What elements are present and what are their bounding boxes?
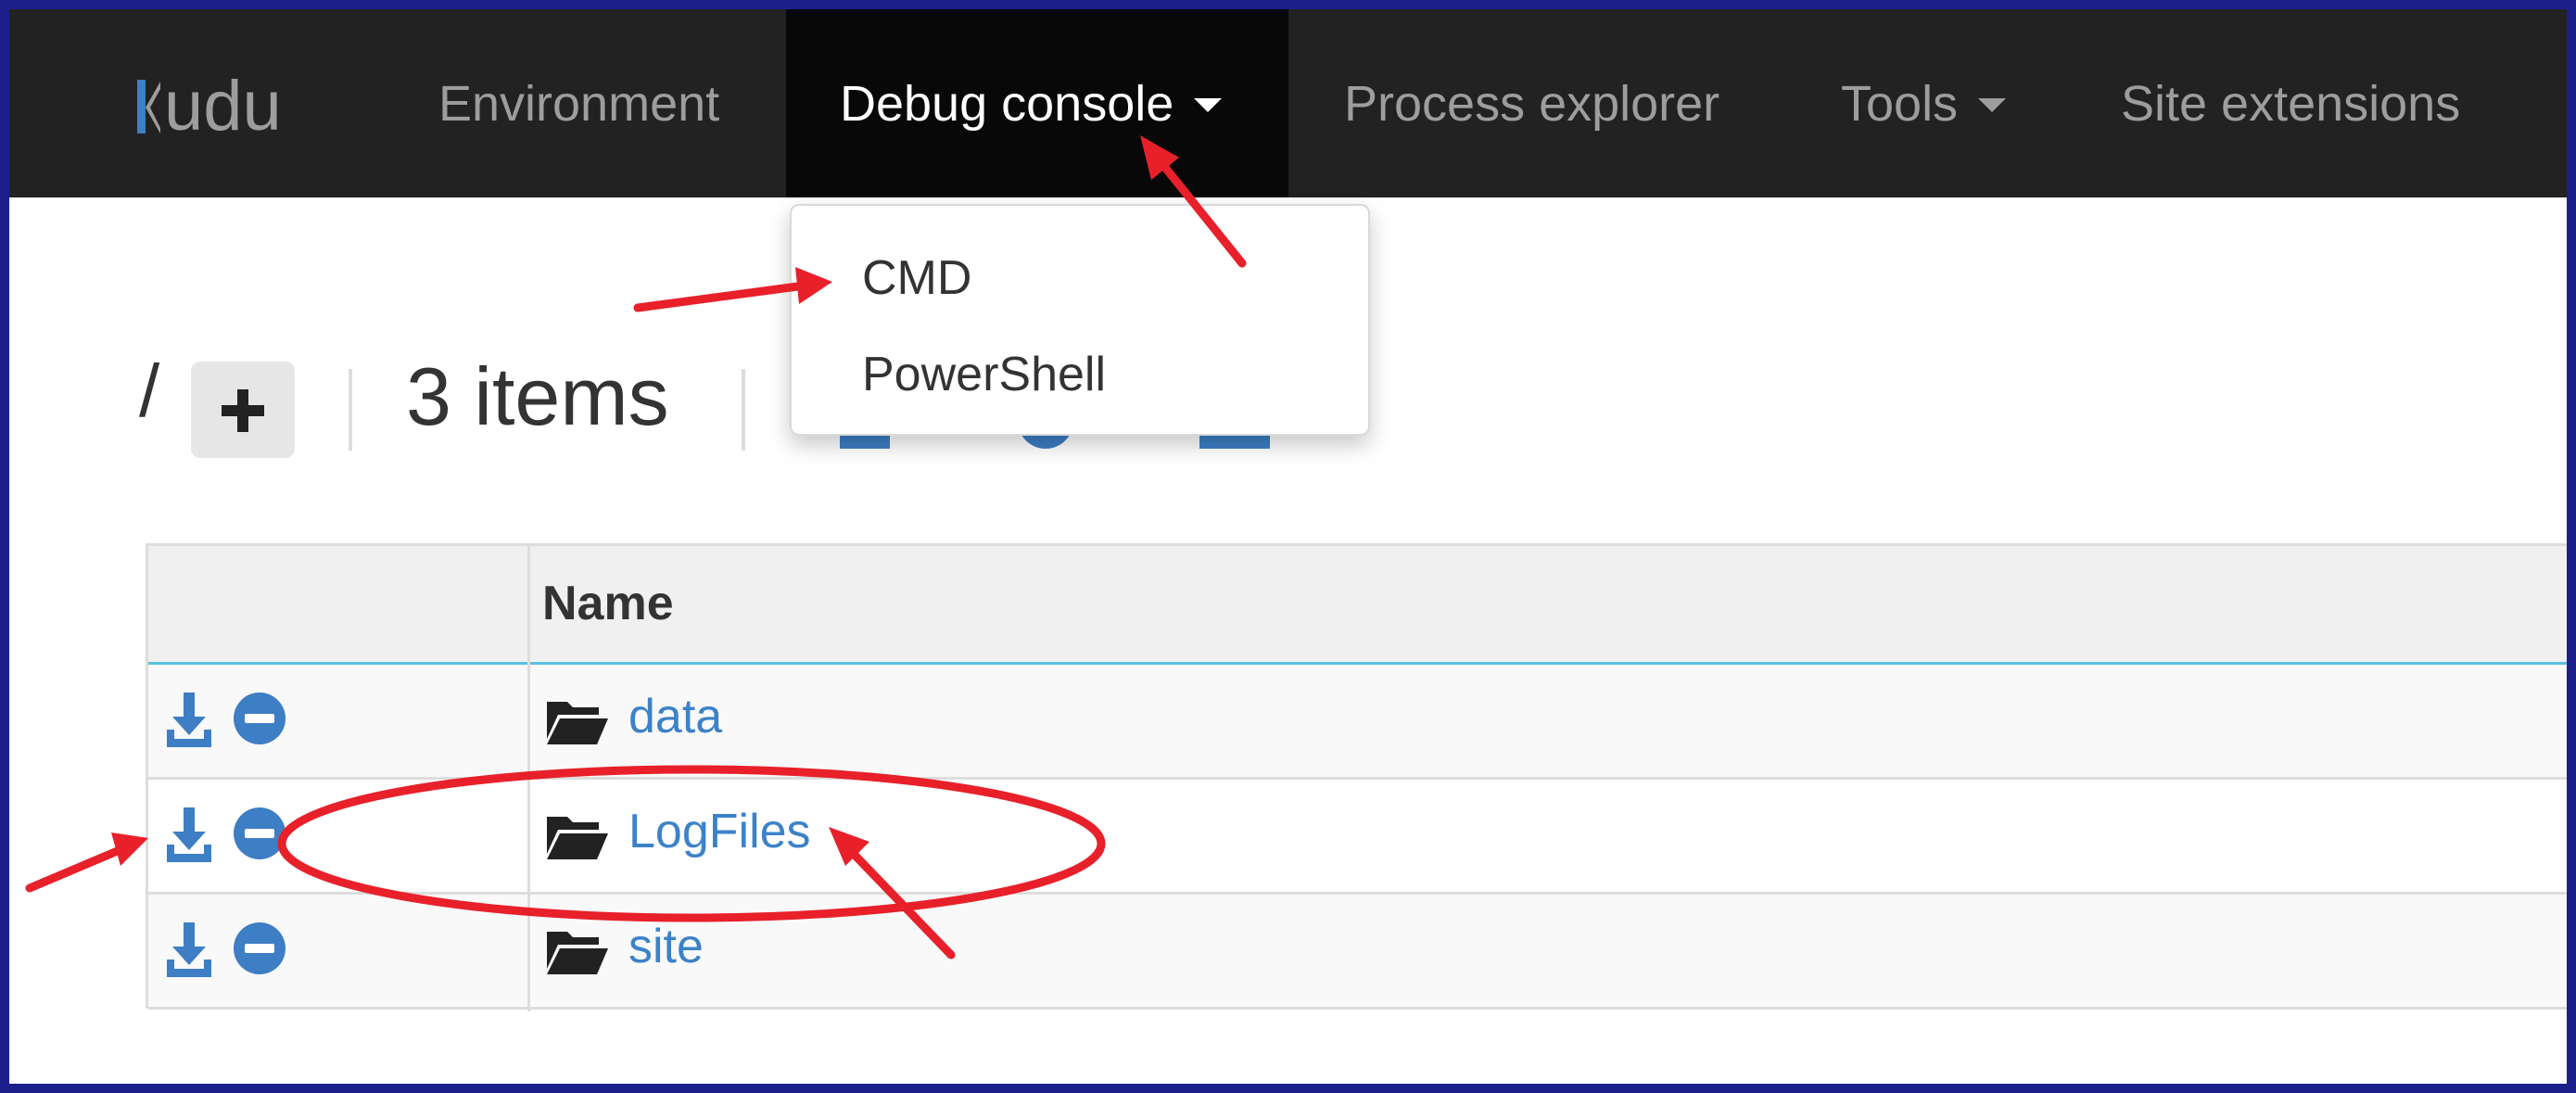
folder-link-data[interactable]: data <box>628 693 722 741</box>
toolbar-divider <box>742 369 745 451</box>
table-row: data <box>148 665 2567 780</box>
plus-icon[interactable] <box>191 362 295 458</box>
chevron-down-icon <box>1978 98 2007 112</box>
brand-name: udu <box>164 67 282 146</box>
items-count: 3 items <box>406 350 669 442</box>
annotation-arrow <box>25 843 131 893</box>
table-row: site <box>148 895 2567 1010</box>
file-table: Name data LogFiles site <box>146 543 2567 1011</box>
nav-process-explorer[interactable]: Process explorer <box>1344 9 1719 197</box>
kudu-logo[interactable]: udu <box>134 65 282 148</box>
screenshot-frame: udu Environment Debug console Process ex… <box>0 0 2576 1093</box>
download-icon[interactable] <box>165 921 213 978</box>
folder-open-icon <box>545 926 610 976</box>
table-header: Name <box>148 546 2567 667</box>
chevron-down-icon <box>1194 98 1223 112</box>
remove-icon[interactable] <box>234 693 286 744</box>
folder-link-site[interactable]: site <box>628 922 704 971</box>
nav-debug-console[interactable]: Debug console <box>786 9 1288 197</box>
remove-icon[interactable] <box>234 922 286 974</box>
table-row: LogFiles <box>148 780 2567 895</box>
nav-process-explorer-label: Process explorer <box>1344 75 1720 132</box>
annotation-arrow <box>633 281 809 312</box>
column-divider <box>527 546 530 1011</box>
nav-tools[interactable]: Tools <box>1841 9 2007 197</box>
path-root[interactable]: / <box>139 354 159 428</box>
remove-icon[interactable] <box>234 807 286 859</box>
top-navbar: udu Environment Debug console Process ex… <box>9 9 2567 197</box>
nav-environment-label: Environment <box>438 75 720 132</box>
nav-tools-label: Tools <box>1841 75 1959 132</box>
menu-item-powershell[interactable]: PowerShell <box>862 350 1106 399</box>
kudu-k-logo-icon <box>134 74 162 139</box>
nav-environment[interactable]: Environment <box>438 9 719 197</box>
toolbar-divider <box>349 369 352 451</box>
folder-open-icon <box>545 811 610 861</box>
download-icon[interactable] <box>165 806 213 863</box>
nav-site-extensions-label: Site extensions <box>2121 75 2461 132</box>
folder-link-logfiles[interactable]: LogFiles <box>628 807 811 856</box>
folder-open-icon <box>545 696 610 746</box>
nav-debug-console-label: Debug console <box>840 75 1174 132</box>
annotation-arrowhead <box>111 832 148 866</box>
nav-site-extensions[interactable]: Site extensions <box>2121 9 2460 197</box>
debug-console-dropdown: CMD PowerShell <box>790 204 1370 436</box>
download-icon[interactable] <box>165 691 213 748</box>
menu-item-cmd[interactable]: CMD <box>862 254 971 302</box>
column-header-name[interactable]: Name <box>542 579 674 628</box>
